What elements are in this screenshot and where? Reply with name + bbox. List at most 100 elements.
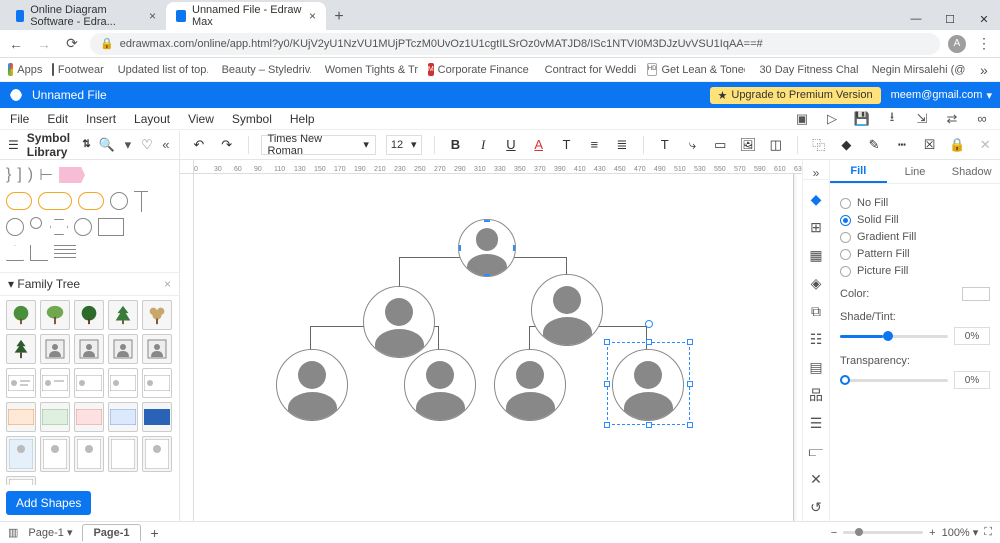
family-tree-section-header[interactable]: ▾ Family Tree ×	[0, 272, 179, 296]
chart-tool-icon[interactable]: ☰	[807, 414, 825, 432]
layers-tool-icon[interactable]: ◈	[807, 274, 825, 292]
transparency-slider[interactable]	[840, 379, 948, 382]
collaborate-icon[interactable]: ∞	[974, 111, 990, 127]
url-input[interactable]: 🔒 edrawmax.com/online/app.html?y0/KUjV2y…	[90, 33, 940, 55]
share-icon[interactable]: ⇄	[944, 111, 960, 127]
text-box-icon[interactable]: T	[656, 136, 674, 154]
add-page-button[interactable]: +	[151, 525, 159, 541]
person-node[interactable]	[276, 349, 348, 421]
person-frame-shape[interactable]	[74, 334, 104, 364]
fill-option-gradient[interactable]: Gradient Fill	[840, 231, 990, 243]
tag-shape[interactable]	[59, 167, 85, 183]
person-node[interactable]	[363, 286, 435, 358]
menu-help[interactable]: Help	[290, 112, 315, 126]
bookmark-item[interactable]: MCorporate Finance J...	[428, 63, 531, 76]
text-height-icon[interactable]: T	[558, 136, 576, 154]
random-tool-icon[interactable]: ✕	[807, 470, 825, 488]
font-family-select[interactable]: Times New Roman▾	[261, 135, 376, 155]
new-tab-button[interactable]: +	[326, 4, 352, 30]
italic-icon[interactable]: I	[474, 136, 492, 154]
tab-line[interactable]: Line	[887, 160, 944, 183]
tab-close-icon[interactable]: ×	[149, 9, 156, 23]
rectangle-icon[interactable]: ▭	[711, 136, 729, 154]
transparency-value[interactable]: 0%	[954, 371, 990, 389]
collapse-left-icon[interactable]: «	[161, 137, 171, 153]
portrait-card-shape[interactable]	[74, 436, 104, 472]
page-tab[interactable]: Page-1	[82, 524, 140, 541]
tree-shape-1[interactable]	[6, 300, 36, 330]
browser-tab[interactable]: Online Diagram Software - Edra... ×	[6, 2, 166, 30]
color-swatch[interactable]	[962, 287, 990, 301]
portrait-card-shape[interactable]	[40, 436, 70, 472]
hamburger-icon[interactable]: ☰	[8, 138, 19, 152]
tools-icon[interactable]: ✕	[976, 136, 994, 154]
id-card-shape[interactable]	[40, 368, 70, 398]
fullscreen-icon[interactable]: ⛶	[984, 526, 992, 539]
id-card-shape[interactable]	[74, 402, 104, 432]
zoom-in-icon[interactable]: 🔍	[99, 137, 115, 153]
bookmark-item[interactable]: Negin Mirsalehi (@...	[868, 63, 966, 76]
bookmark-item[interactable]: Apps	[8, 63, 42, 76]
add-shapes-button[interactable]: Add Shapes	[6, 491, 91, 515]
portrait-card-shape[interactable]	[142, 436, 172, 472]
tab-close-icon[interactable]: ×	[309, 9, 316, 23]
align-icon[interactable]: ≡	[585, 136, 603, 154]
person-frame-shape[interactable]	[108, 334, 138, 364]
page-dropdown[interactable]: Page-1 ▾	[28, 526, 72, 539]
bookmark-item[interactable]: Beauty – Styledriv...	[218, 63, 311, 76]
user-menu[interactable]: meem@gmail.com▾	[891, 89, 992, 102]
redo-icon[interactable]: ↷	[218, 136, 236, 154]
rotation-handle[interactable]	[645, 320, 653, 328]
id-card-shape[interactable]	[142, 402, 172, 432]
lollipop-shape[interactable]	[30, 217, 44, 237]
id-card-shape[interactable]	[142, 368, 172, 398]
person-frame-shape[interactable]	[40, 334, 70, 364]
tree-shape-4[interactable]	[108, 300, 138, 330]
rounded-rect-shape[interactable]	[78, 192, 104, 210]
back-button[interactable]: ←	[6, 34, 26, 54]
chevron-down-icon[interactable]: ▾	[123, 137, 133, 153]
browser-tab-active[interactable]: Unnamed File - Edraw Max ×	[166, 2, 326, 30]
menu-edit[interactable]: Edit	[47, 112, 68, 126]
half-circle-shape[interactable]	[6, 218, 24, 236]
zoom-out-button[interactable]: −	[831, 527, 837, 539]
bookmark-item[interactable]: 30 Day Fitness Chal...	[755, 63, 857, 76]
close-button[interactable]: ✕	[968, 8, 1000, 30]
dashed-icon[interactable]: ┅	[893, 136, 911, 154]
portrait-card-shape[interactable]	[108, 436, 138, 472]
image-tool-icon[interactable]: ▦	[807, 246, 825, 264]
bookmark-item[interactable]: Women Tights & Tr...	[321, 63, 418, 76]
code-tool-icon[interactable]: ▤	[807, 358, 825, 376]
lock-icon[interactable]: 🔒	[949, 136, 967, 154]
tab-shadow[interactable]: Shadow	[943, 160, 1000, 183]
image-icon[interactable]: 🖼	[739, 136, 757, 154]
underline-icon[interactable]: U	[502, 136, 520, 154]
profile-avatar[interactable]: A	[948, 35, 966, 53]
connector-icon[interactable]: ⤷	[684, 136, 702, 154]
zoom-slider[interactable]	[843, 531, 923, 534]
org-tool-icon[interactable]: 品	[807, 386, 825, 404]
zoom-value[interactable]: 100% ▾	[942, 526, 979, 539]
pine-tree-shape[interactable]	[6, 334, 36, 364]
menu-file[interactable]: File	[10, 112, 29, 126]
collapse-right-icon[interactable]: »	[802, 166, 830, 180]
fill-option-pattern[interactable]: Pattern Fill	[840, 248, 990, 260]
fill-option-solid[interactable]: Solid Fill	[840, 214, 990, 226]
id-card-shape[interactable]	[40, 402, 70, 432]
table-shape[interactable]	[54, 245, 76, 261]
tree-shape-5[interactable]	[142, 300, 172, 330]
shade-value[interactable]: 0%	[954, 327, 990, 345]
fill-option-nofill[interactable]: No Fill	[840, 197, 990, 209]
close-icon[interactable]: ×	[164, 277, 171, 291]
portrait-card-shape[interactable]	[6, 476, 36, 485]
align-tool-icon[interactable]: ⫍	[807, 442, 825, 460]
bookmarks-overflow-icon[interactable]: »	[976, 60, 992, 80]
minimize-button[interactable]: —	[900, 8, 932, 30]
play-icon[interactable]: ▷	[824, 111, 840, 127]
triangle-shape[interactable]	[6, 245, 24, 261]
line-style-icon[interactable]: ✎	[865, 136, 883, 154]
menu-layout[interactable]: Layout	[134, 112, 170, 126]
person-node[interactable]	[531, 274, 603, 346]
person-node[interactable]	[404, 349, 476, 421]
divider-shape[interactable]: ⊢	[39, 165, 53, 185]
